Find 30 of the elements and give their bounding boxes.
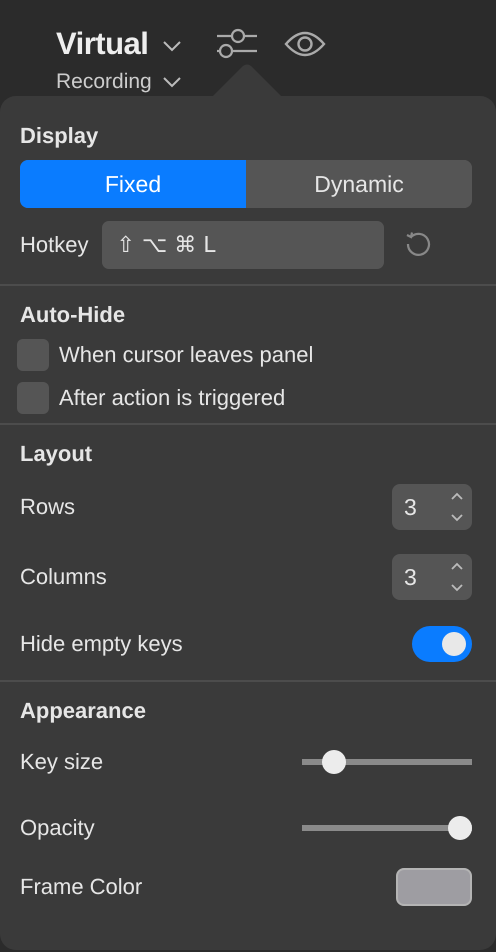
checkbox-label: When cursor leaves panel bbox=[59, 342, 314, 368]
slider-thumb[interactable] bbox=[448, 816, 472, 840]
segment-tab[interactable]: Fixed bbox=[20, 160, 246, 208]
number-stepper[interactable]: 3 bbox=[392, 554, 472, 600]
chevron-down-icon[interactable] bbox=[162, 76, 182, 88]
section-title: Auto-Hide bbox=[20, 301, 126, 329]
hotkey-label: Hotkey bbox=[20, 232, 88, 258]
section-title: Appearance bbox=[20, 697, 147, 725]
setting-label: Rows bbox=[20, 494, 76, 520]
checkbox[interactable] bbox=[17, 382, 49, 414]
setting-label: Columns bbox=[20, 564, 107, 590]
checkbox[interactable] bbox=[17, 338, 49, 370]
slider-thumb[interactable] bbox=[322, 750, 346, 774]
mode-label[interactable]: Recording bbox=[56, 70, 152, 94]
setting-label: Hide empty keys bbox=[20, 631, 183, 657]
eye-icon[interactable] bbox=[284, 30, 326, 58]
number-stepper[interactable]: 3 bbox=[392, 484, 472, 530]
chevron-down-icon[interactable] bbox=[162, 40, 182, 52]
color-swatch[interactable] bbox=[396, 868, 472, 906]
setting-label: Opacity bbox=[20, 815, 95, 841]
setting-label: Frame Color bbox=[20, 874, 142, 900]
hotkey-field[interactable]: ⇧ ⌥ ⌘ L bbox=[102, 221, 384, 269]
app-title: Virtual bbox=[56, 26, 148, 62]
section-title: Layout bbox=[20, 440, 94, 468]
checkbox-label: After action is triggered bbox=[59, 384, 286, 410]
sliders-icon[interactable] bbox=[216, 27, 258, 61]
setting-label: Key size bbox=[20, 749, 104, 775]
section-title: Display bbox=[20, 122, 100, 150]
toggle-switch[interactable] bbox=[412, 626, 472, 662]
reset-icon[interactable] bbox=[404, 231, 432, 259]
